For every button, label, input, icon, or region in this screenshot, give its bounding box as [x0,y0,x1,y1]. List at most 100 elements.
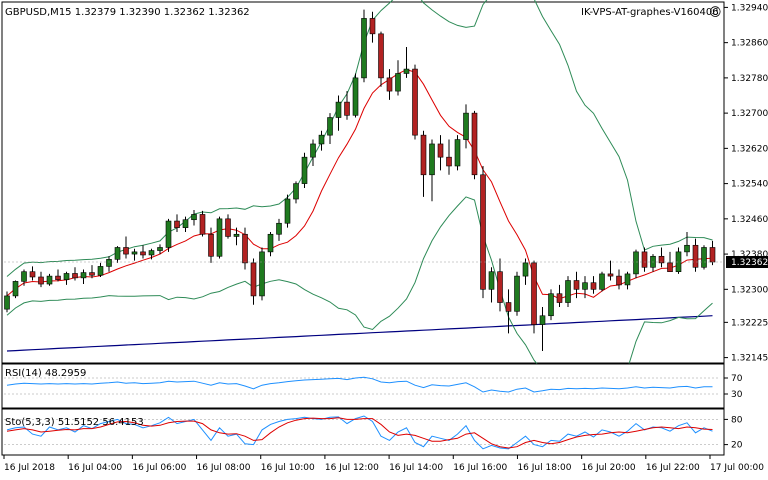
candle-body [556,293,563,303]
candle-body [488,271,495,290]
symbol-info-label: GBPUSD,M15 1.32379 1.32390 1.32362 1.323… [5,7,250,18]
time-tick-label: 16 Jul 04:00 [68,463,122,473]
candle-body [582,282,588,290]
candle-body [4,295,10,310]
candle-body [225,218,231,237]
candle-body [573,280,580,290]
candle-body [106,259,112,267]
candle-body [531,262,537,325]
candle[interactable] [548,289,554,321]
candle[interactable] [12,280,19,299]
candle-body [667,262,673,272]
level-label: 80 [731,415,743,425]
candle-body [565,280,571,303]
price-tick-label: 1.32225 [731,318,768,328]
candle-body [114,247,121,260]
candle-body [123,247,129,255]
candle-body [174,220,180,228]
candle-body [335,101,342,118]
candle-body [327,117,333,136]
time-tick-label: 16 Jul 18:00 [517,463,571,473]
candle[interactable] [301,152,308,189]
candle-body [684,244,690,253]
candle-body [140,251,146,256]
candle-body [471,112,478,176]
candle-body [301,156,308,184]
broker-label: IK-VPS-AT-graphes-V160406 [581,7,719,18]
candle-body [505,302,512,312]
candle[interactable] [284,194,291,228]
candle-body [497,271,503,303]
time-tick-label: 17 Jul 00:00 [710,463,764,473]
price-tick-label: 1.32540 [731,180,768,190]
candle-body [284,198,291,224]
candle-body [420,134,427,176]
candle[interactable] [480,165,486,299]
candle[interactable] [259,247,265,301]
price-axis: 1.32940 1.32860 1.32780 1.32700 1.32620 1.325… [724,3,768,364]
candle[interactable] [599,271,605,292]
candle[interactable] [701,245,707,270]
candle-body [480,174,486,290]
candle-body [403,68,410,74]
price-tick-label: 1.32145 [731,354,768,364]
candle[interactable] [471,110,478,180]
candle-body [463,112,469,140]
time-tick-label: 16 Jul 20:00 [582,463,636,473]
candle-body [446,156,452,167]
candle-body [641,251,648,268]
candle-body [21,271,27,282]
candle-body [148,250,155,256]
time-tick-label: 16 Jul 14:00 [389,463,443,473]
candle-body [692,244,699,268]
candle[interactable] [412,64,418,140]
candle-body [590,282,597,290]
chart-canvas: GBPUSD,M15 1.32379 1.32390 1.32362 1.323… [1,0,768,473]
candle-body [318,134,325,145]
candle-body [29,271,36,278]
price-tick-label: 1.32300 [731,285,768,295]
time-tick-label: 16 Jul 06:00 [132,463,186,473]
time-tick-label: 16 Jul 10:00 [261,463,315,473]
candle[interactable] [633,249,639,279]
candle-body [12,281,19,297]
candle[interactable] [216,216,223,259]
candle-body [522,262,529,277]
price-tick-label: 1.32620 [731,144,768,154]
candle-body [352,77,359,116]
candle[interactable] [352,73,359,118]
candle-body [361,18,367,79]
candle-body [80,272,87,279]
stochastic-label: Sto(5,3,3) 51.5152 56.4153 [5,417,144,428]
candle[interactable] [531,260,537,334]
candle-body [38,276,44,285]
candle-body [208,233,214,257]
candle-body [539,315,546,325]
time-tick-label: 16 Jul 22:00 [646,463,700,473]
candle-body [369,18,376,35]
price-tick-label: 1.32700 [731,109,768,119]
candle-body [378,33,384,79]
time-axis: 16 Jul 2018 16 Jul 04:00 16 Jul 06:00 16 Ju… [3,455,764,473]
candle[interactable] [454,135,461,171]
candle-body [395,73,401,92]
candle[interactable] [565,276,571,307]
candle[interactable] [361,9,367,83]
candle-body [344,101,350,116]
candle-body [233,233,240,237]
candle[interactable] [199,210,206,237]
candle[interactable] [165,218,172,252]
candle-body [386,77,393,92]
candle-body [191,214,197,221]
candle-body [412,68,418,136]
candle-body [165,220,172,248]
candle-body [633,251,639,275]
time-tick-label: 16 Jul 08:00 [197,463,251,473]
price-tick-label: 1.32780 [731,74,768,84]
current-price-label: 1.32362 [731,258,768,268]
candle-body [259,251,265,297]
time-tick-label: 16 Jul 2018 [4,463,55,473]
candle-body [437,143,444,158]
candle[interactable] [514,271,520,316]
candle-body [46,275,53,285]
